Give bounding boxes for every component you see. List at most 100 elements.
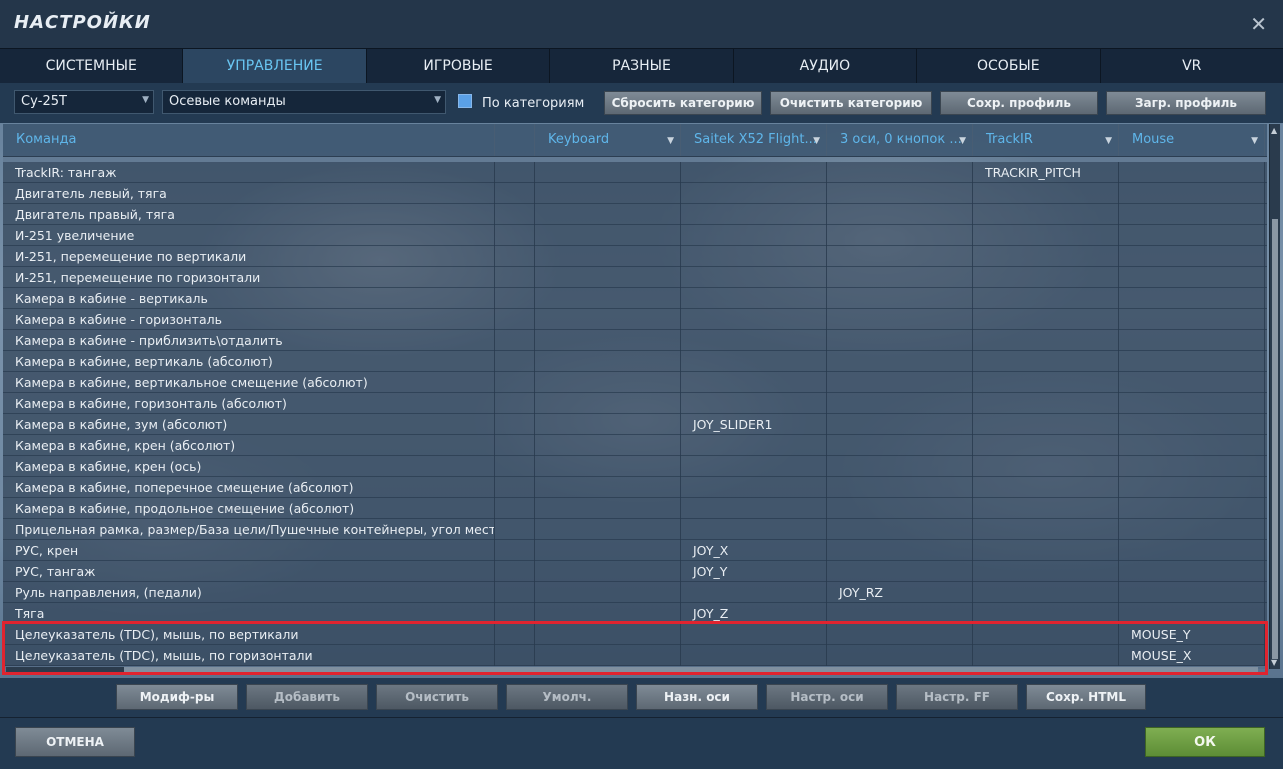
cell-saitek[interactable] [681, 393, 827, 414]
table-row[interactable]: TrackIR: тангаж TRACKIR_PITCH [3, 162, 1267, 183]
cell-keyboard[interactable] [535, 540, 681, 561]
table-row[interactable]: Целеуказатель (TDC), мышь, по вертикали M… [3, 624, 1267, 645]
cell-command[interactable]: И-251 увеличение [3, 225, 495, 246]
cell-keyboard[interactable] [535, 309, 681, 330]
cell-trackir[interactable] [973, 288, 1119, 309]
cell-command[interactable]: Двигатель левый, тяга [3, 183, 495, 204]
cell-keyboard[interactable] [535, 267, 681, 288]
cell-axes[interactable] [827, 645, 973, 666]
cell-axes[interactable] [827, 309, 973, 330]
axis-tune-button[interactable]: Настр. оси [766, 684, 888, 710]
cell-mouse[interactable] [1119, 435, 1265, 456]
table-row[interactable]: Камера в кабине - вертикаль [3, 288, 1267, 309]
column-header-axes[interactable]: 3 оси, 0 кнопок ... ▼ [827, 124, 973, 156]
cell-keyboard[interactable] [535, 288, 681, 309]
cell-keyboard[interactable] [535, 582, 681, 603]
cell-trackir[interactable] [973, 645, 1119, 666]
scroll-down-icon[interactable]: ▼ [1271, 658, 1277, 667]
save-profile-button[interactable]: Сохр. профиль [940, 91, 1098, 115]
cell-keyboard[interactable] [535, 162, 681, 183]
cell-saitek[interactable] [681, 267, 827, 288]
cell-saitek[interactable] [681, 204, 827, 225]
cell-trackir[interactable] [973, 267, 1119, 288]
table-row[interactable]: Камера в кабине, поперечное смещение (аб… [3, 477, 1267, 498]
cell-command[interactable]: РУС, крен [3, 540, 495, 561]
tab-gameplay[interactable]: ИГРОВЫЕ [366, 49, 551, 83]
cell-axes[interactable] [827, 435, 973, 456]
cell-command[interactable]: Двигатель правый, тяга [3, 204, 495, 225]
cell-keyboard[interactable] [535, 414, 681, 435]
load-profile-button[interactable]: Загр. профиль [1106, 91, 1266, 115]
cell-trackir[interactable] [973, 204, 1119, 225]
cell-saitek[interactable]: JOY_X [681, 540, 827, 561]
cell-mouse[interactable] [1119, 267, 1265, 288]
table-row[interactable]: И-251, перемещение по вертикали [3, 246, 1267, 267]
cell-axes[interactable] [827, 561, 973, 582]
cell-command[interactable]: Руль направления, (педали) [3, 582, 495, 603]
cell-axes[interactable]: JOY_RZ [827, 582, 973, 603]
cell-mouse[interactable] [1119, 519, 1265, 540]
cell-mouse[interactable] [1119, 309, 1265, 330]
cell-saitek[interactable] [681, 582, 827, 603]
cell-axes[interactable] [827, 603, 973, 624]
cell-axes[interactable] [827, 351, 973, 372]
cell-mouse[interactable]: MOUSE_Y [1119, 624, 1265, 645]
cell-mouse[interactable] [1119, 477, 1265, 498]
cell-command[interactable]: Камера в кабине - горизонталь [3, 309, 495, 330]
cell-trackir[interactable] [973, 330, 1119, 351]
cell-saitek[interactable]: JOY_SLIDER1 [681, 414, 827, 435]
cell-trackir[interactable] [973, 582, 1119, 603]
cell-keyboard[interactable] [535, 645, 681, 666]
cell-trackir[interactable] [973, 246, 1119, 267]
cell-mouse[interactable] [1119, 288, 1265, 309]
cell-trackir[interactable] [973, 183, 1119, 204]
column-header-command[interactable]: Команда [3, 124, 495, 156]
cell-keyboard[interactable] [535, 498, 681, 519]
clear-category-button[interactable]: Очистить категорию [770, 91, 932, 115]
cell-trackir[interactable]: TRACKIR_PITCH [973, 162, 1119, 183]
cell-command[interactable]: Камера в кабине, вертикаль (абсолют) [3, 351, 495, 372]
table-row[interactable]: Камера в кабине, крен (ось) [3, 456, 1267, 477]
cell-keyboard[interactable] [535, 246, 681, 267]
cell-trackir[interactable] [973, 414, 1119, 435]
cell-trackir[interactable] [973, 435, 1119, 456]
cell-command[interactable]: Камера в кабине, крен (абсолют) [3, 435, 495, 456]
cell-saitek[interactable] [681, 456, 827, 477]
cell-trackir[interactable] [973, 393, 1119, 414]
cell-trackir[interactable] [973, 456, 1119, 477]
cell-mouse[interactable] [1119, 162, 1265, 183]
scroll-up-icon[interactable]: ▲ [1271, 126, 1277, 135]
tab-audio[interactable]: АУДИО [733, 49, 918, 83]
cell-saitek[interactable] [681, 162, 827, 183]
tab-misc[interactable]: РАЗНЫЕ [550, 49, 734, 83]
table-row[interactable]: И-251, перемещение по горизонтали [3, 267, 1267, 288]
cell-mouse[interactable] [1119, 561, 1265, 582]
cell-keyboard[interactable] [535, 435, 681, 456]
cell-axes[interactable] [827, 162, 973, 183]
cell-axes[interactable] [827, 393, 973, 414]
table-row[interactable]: Камера в кабине, зум (абсолют) JOY_SLIDER… [3, 414, 1267, 435]
cell-keyboard[interactable] [535, 330, 681, 351]
cell-axes[interactable] [827, 519, 973, 540]
reset-category-button[interactable]: Сбросить категорию [604, 91, 762, 115]
cell-axes[interactable] [827, 204, 973, 225]
cell-saitek[interactable] [681, 519, 827, 540]
table-row[interactable]: Камера в кабине - горизонталь [3, 309, 1267, 330]
table-row[interactable]: Камера в кабине, вертикаль (абсолют) [3, 351, 1267, 372]
cell-trackir[interactable] [973, 372, 1119, 393]
table-row[interactable]: И-251 увеличение [3, 225, 1267, 246]
cell-command[interactable]: Камера в кабине - приблизить\отдалить [3, 330, 495, 351]
tab-system[interactable]: СИСТЕМНЫЕ [0, 49, 184, 83]
cell-command[interactable]: Прицельная рамка, размер/База цели/Пушеч… [3, 519, 495, 540]
tab-controls[interactable]: УПРАВЛЕНИЕ [183, 49, 367, 83]
cell-command[interactable]: Камера в кабине, вертикальное смещение (… [3, 372, 495, 393]
cell-trackir[interactable] [973, 309, 1119, 330]
cell-command[interactable]: Тяга [3, 603, 495, 624]
cell-axes[interactable] [827, 288, 973, 309]
cell-keyboard[interactable] [535, 561, 681, 582]
cell-command[interactable]: Камера в кабине, крен (ось) [3, 456, 495, 477]
cancel-button[interactable]: ОТМЕНА [15, 727, 135, 757]
cell-axes[interactable] [827, 498, 973, 519]
horizontal-scrollbar[interactable] [6, 667, 1258, 672]
cell-mouse[interactable] [1119, 603, 1265, 624]
